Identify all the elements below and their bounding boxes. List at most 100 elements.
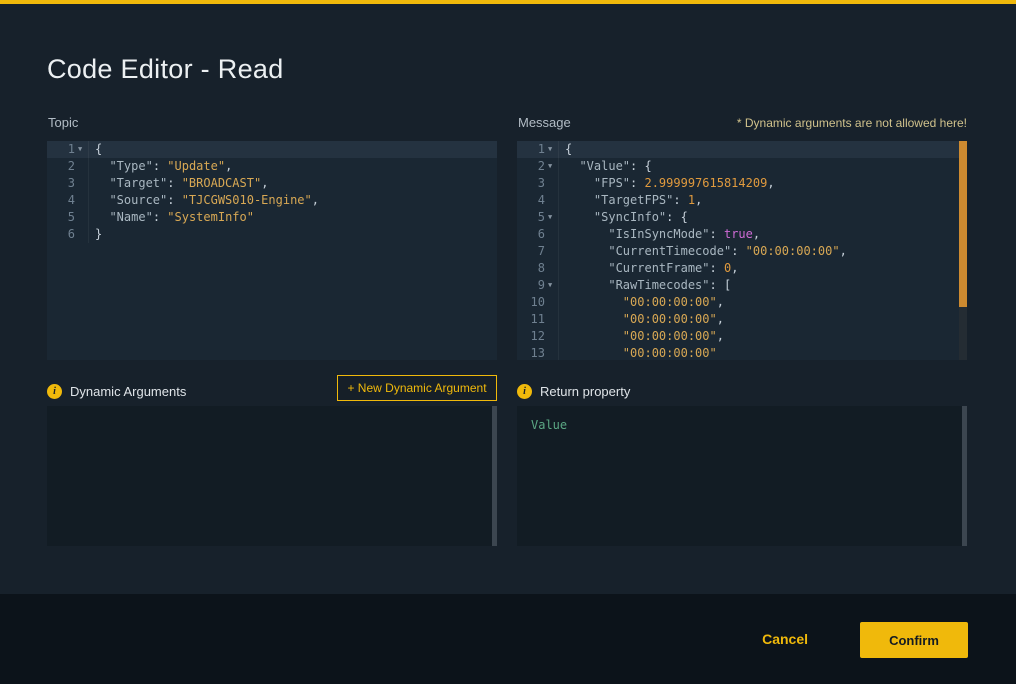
code-line[interactable]: 1▼{ bbox=[517, 141, 967, 158]
line-number: 4 bbox=[517, 192, 548, 209]
code-line[interactable]: 3 "Target": "BROADCAST", bbox=[47, 175, 497, 192]
line-gutter: 4 bbox=[517, 192, 559, 209]
return-property-header: i Return property bbox=[517, 384, 630, 399]
dynamic-arguments-label: Dynamic Arguments bbox=[70, 384, 186, 399]
code-text: "SyncInfo": { bbox=[559, 209, 688, 226]
info-icon[interactable]: i bbox=[47, 384, 62, 399]
message-label: Message bbox=[518, 115, 571, 130]
code-text: "TargetFPS": 1, bbox=[559, 192, 702, 209]
code-text: "Target": "BROADCAST", bbox=[89, 175, 268, 192]
dynamic-arguments-header: i Dynamic Arguments bbox=[47, 384, 186, 399]
code-line[interactable]: 2▼ "Value": { bbox=[517, 158, 967, 175]
return-property-scrollbar[interactable] bbox=[962, 406, 967, 546]
line-number: 1 bbox=[47, 141, 78, 158]
code-line[interactable]: 1▼{ bbox=[47, 141, 497, 158]
line-number: 3 bbox=[47, 175, 78, 192]
code-line[interactable]: 7 "CurrentTimecode": "00:00:00:00", bbox=[517, 243, 967, 260]
line-gutter: 10 bbox=[517, 294, 559, 311]
line-number: 5 bbox=[517, 209, 548, 226]
info-icon[interactable]: i bbox=[517, 384, 532, 399]
line-gutter: 3 bbox=[517, 175, 559, 192]
line-gutter: 6 bbox=[517, 226, 559, 243]
code-line[interactable]: 4 "Source": "TJCGWS010-Engine", bbox=[47, 192, 497, 209]
code-text: { bbox=[559, 141, 572, 158]
topic-code-editor[interactable]: 1▼{2 "Type": "Update",3 "Target": "BROAD… bbox=[47, 141, 497, 360]
dynamic-arguments-scrollbar[interactable] bbox=[492, 406, 497, 546]
code-line[interactable]: 5▼ "SyncInfo": { bbox=[517, 209, 967, 226]
dynamic-arguments-list bbox=[47, 406, 497, 546]
code-text: "00:00:00:00", bbox=[559, 328, 724, 345]
line-gutter: 1▼ bbox=[517, 141, 559, 158]
code-line[interactable]: 3 "FPS": 2.999997615814209, bbox=[517, 175, 967, 192]
code-line[interactable]: 8 "CurrentFrame": 0, bbox=[517, 260, 967, 277]
code-text: "RawTimecodes": [ bbox=[559, 277, 731, 294]
line-number: 7 bbox=[517, 243, 548, 260]
line-gutter: 12 bbox=[517, 328, 559, 345]
message-scrollbar-track[interactable] bbox=[959, 141, 967, 360]
code-text: "CurrentFrame": 0, bbox=[559, 260, 738, 277]
line-number: 6 bbox=[517, 226, 548, 243]
code-line[interactable]: 2 "Type": "Update", bbox=[47, 158, 497, 175]
fold-arrow-icon[interactable]: ▼ bbox=[78, 141, 88, 158]
code-text: "IsInSyncMode": true, bbox=[559, 226, 760, 243]
line-number: 13 bbox=[517, 345, 548, 360]
code-line[interactable]: 13 "00:00:00:00" bbox=[517, 345, 967, 360]
new-dynamic-argument-button[interactable]: + New Dynamic Argument bbox=[337, 375, 497, 401]
line-gutter: 7 bbox=[517, 243, 559, 260]
message-scrollbar-thumb[interactable] bbox=[959, 141, 967, 307]
line-number: 5 bbox=[47, 209, 78, 226]
topic-label: Topic bbox=[48, 115, 78, 130]
line-number: 3 bbox=[517, 175, 548, 192]
code-line[interactable]: 6} bbox=[47, 226, 497, 243]
code-text: "00:00:00:00" bbox=[559, 345, 717, 360]
code-line[interactable]: 11 "00:00:00:00", bbox=[517, 311, 967, 328]
code-line[interactable]: 5 "Name": "SystemInfo" bbox=[47, 209, 497, 226]
code-line[interactable]: 6 "IsInSyncMode": true, bbox=[517, 226, 967, 243]
fold-arrow-icon[interactable]: ▼ bbox=[548, 141, 558, 158]
line-number: 8 bbox=[517, 260, 548, 277]
line-number: 4 bbox=[47, 192, 78, 209]
line-number: 6 bbox=[47, 226, 78, 243]
fold-arrow-icon[interactable]: ▼ bbox=[548, 277, 558, 294]
code-text: "CurrentTimecode": "00:00:00:00", bbox=[559, 243, 847, 260]
line-number: 11 bbox=[517, 311, 548, 328]
code-text: "Value": { bbox=[559, 158, 652, 175]
cancel-button[interactable]: Cancel bbox=[762, 631, 808, 647]
line-gutter: 5 bbox=[47, 209, 89, 226]
line-gutter: 13 bbox=[517, 345, 559, 360]
line-gutter: 9▼ bbox=[517, 277, 559, 294]
line-gutter: 5▼ bbox=[517, 209, 559, 226]
line-gutter: 3 bbox=[47, 175, 89, 192]
code-text: "Name": "SystemInfo" bbox=[89, 209, 254, 226]
line-number: 10 bbox=[517, 294, 548, 311]
line-gutter: 1▼ bbox=[47, 141, 89, 158]
page-title: Code Editor - Read bbox=[47, 54, 284, 85]
code-text: "FPS": 2.999997615814209, bbox=[559, 175, 775, 192]
line-gutter: 6 bbox=[47, 226, 89, 243]
confirm-button[interactable]: Confirm bbox=[860, 622, 968, 658]
code-line[interactable]: 10 "00:00:00:00", bbox=[517, 294, 967, 311]
code-line[interactable]: 4 "TargetFPS": 1, bbox=[517, 192, 967, 209]
dynamic-arguments-note: * Dynamic arguments are not allowed here… bbox=[737, 116, 967, 130]
line-gutter: 8 bbox=[517, 260, 559, 277]
line-number: 12 bbox=[517, 328, 548, 345]
code-text: "00:00:00:00", bbox=[559, 294, 724, 311]
code-line[interactable]: 12 "00:00:00:00", bbox=[517, 328, 967, 345]
return-property-editor[interactable]: Value bbox=[517, 406, 967, 546]
return-property-value: Value bbox=[531, 418, 567, 432]
line-number: 1 bbox=[517, 141, 548, 158]
top-accent-bar bbox=[0, 0, 1016, 4]
code-text: "Source": "TJCGWS010-Engine", bbox=[89, 192, 319, 209]
fold-arrow-icon[interactable]: ▼ bbox=[548, 158, 558, 175]
code-text: "00:00:00:00", bbox=[559, 311, 724, 328]
code-editor-dialog: Code Editor - Read Topic Message * Dynam… bbox=[0, 0, 1016, 684]
line-number: 2 bbox=[47, 158, 78, 175]
code-text: } bbox=[89, 226, 102, 243]
message-code-editor[interactable]: 1▼{2▼ "Value": {3 "FPS": 2.9999976158142… bbox=[517, 141, 967, 360]
line-number: 2 bbox=[517, 158, 548, 175]
fold-arrow-icon[interactable]: ▼ bbox=[548, 209, 558, 226]
line-number: 9 bbox=[517, 277, 548, 294]
line-gutter: 11 bbox=[517, 311, 559, 328]
line-gutter: 2▼ bbox=[517, 158, 559, 175]
code-line[interactable]: 9▼ "RawTimecodes": [ bbox=[517, 277, 967, 294]
